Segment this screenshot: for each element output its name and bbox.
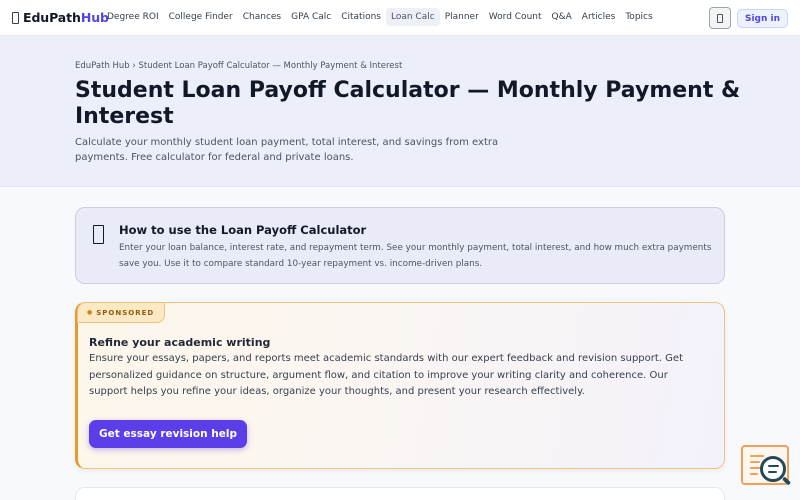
calculator-card bbox=[75, 487, 725, 500]
logo-icon bbox=[12, 11, 19, 24]
book-icon bbox=[93, 225, 104, 244]
nav-articles[interactable]: Articles bbox=[577, 8, 621, 26]
how-to-title: How to use the Loan Payoff Calculator bbox=[119, 223, 367, 237]
breadcrumb[interactable]: EduPath Hub › Student Loan Payoff Calcul… bbox=[75, 61, 402, 71]
sponsored-badge-label: SPONSORED bbox=[96, 308, 155, 317]
how-to-card: How to use the Loan Payoff Calculator En… bbox=[75, 207, 725, 284]
sponsored-badge: ● SPONSORED bbox=[77, 302, 166, 323]
brand-name: EduPathHub bbox=[23, 10, 109, 25]
theme-toggle-icon bbox=[717, 13, 723, 23]
star-icon: ● bbox=[87, 309, 93, 316]
nav-gpa-calc[interactable]: GPA Calc bbox=[286, 8, 336, 26]
brand-name-part1: EduPath bbox=[23, 10, 81, 25]
theme-toggle-button[interactable] bbox=[709, 7, 731, 29]
nav-qa[interactable]: Q&A bbox=[547, 8, 577, 26]
nav-topics[interactable]: Topics bbox=[620, 8, 657, 26]
hero-section: EduPath Hub › Student Loan Payoff Calcul… bbox=[0, 36, 800, 187]
sponsored-text: Ensure your essays, papers, and reports … bbox=[89, 353, 683, 397]
nav-college-finder[interactable]: College Finder bbox=[164, 8, 238, 26]
sponsored-title: Refine your academic writing bbox=[89, 336, 271, 349]
page-subtitle: Calculate your monthly student loan paym… bbox=[75, 137, 499, 163]
nav-chances[interactable]: Chances bbox=[238, 8, 286, 26]
nav-planner[interactable]: Planner bbox=[440, 8, 484, 26]
nav-links: Degree ROI College Finder Chances GPA Ca… bbox=[102, 8, 658, 26]
essay-revision-button[interactable]: Get essay revision help bbox=[89, 420, 247, 448]
brand-logo[interactable]: EduPathHub bbox=[12, 10, 109, 25]
page-title: Student Loan Payoff Calculator — Monthly… bbox=[75, 78, 741, 129]
nav-citations[interactable]: Citations bbox=[336, 8, 386, 26]
nav-word-count[interactable]: Word Count bbox=[484, 8, 547, 26]
nav-degree-roi[interactable]: Degree ROI bbox=[102, 8, 164, 26]
nav-loan-calc[interactable]: Loan Calc bbox=[385, 8, 440, 26]
sponsored-card: ● SPONSORED Refine your academic writing… bbox=[75, 302, 725, 469]
feedback-widget[interactable] bbox=[741, 445, 792, 487]
top-navigation: EduPathHub Degree ROI College Finder Cha… bbox=[0, 0, 800, 36]
sign-in-button[interactable]: Sign in bbox=[737, 9, 788, 28]
how-to-text: Enter your loan balance, interest rate, … bbox=[119, 243, 712, 269]
